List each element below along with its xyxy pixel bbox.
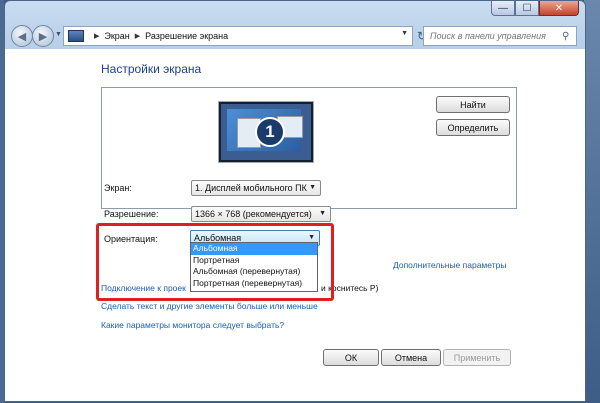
- cancel-button[interactable]: Отмена: [381, 349, 441, 366]
- search-input[interactable]: [428, 30, 560, 42]
- close-button[interactable]: ✕: [539, 1, 579, 16]
- ok-button[interactable]: ОК: [323, 349, 379, 366]
- identify-button[interactable]: Определить: [436, 119, 510, 136]
- breadcrumb-item-screen[interactable]: Экран: [104, 31, 129, 41]
- dropdown-arrow-icon: ▼: [309, 184, 316, 191]
- desktop-right-edge: [584, 0, 600, 403]
- back-button[interactable]: ◀: [11, 25, 33, 47]
- window-controls: — ☐ ✕: [491, 1, 579, 16]
- dropdown-arrow-icon: ▼: [319, 210, 326, 217]
- monitor-icon[interactable]: 1: [219, 102, 313, 162]
- breadcrumb: ▶ Экран ▶ Разрешение экрана: [89, 31, 228, 41]
- monitor-number-badge: 1: [255, 117, 285, 147]
- breadcrumb-separator-icon: ▶: [94, 33, 100, 40]
- find-button[interactable]: Найти: [436, 96, 510, 113]
- screen-select[interactable]: 1. Дисплей мобильного ПК ▼: [191, 180, 321, 196]
- screen-label: Экран:: [104, 183, 132, 193]
- navigation-bar: ◀ ▶ ▼ ▶ Экран ▶ Разрешение экрана ▼ ↻ ⚲: [5, 23, 585, 49]
- monitor-help-link[interactable]: Какие параметры монитора следует выбрать…: [101, 320, 284, 330]
- back-arrow-icon: ◀: [17, 30, 27, 43]
- search-box[interactable]: ⚲: [423, 26, 577, 46]
- maximize-button[interactable]: ☐: [515, 1, 539, 16]
- highlight-annotation-box: [96, 223, 334, 301]
- control-panel-icon: [68, 30, 84, 42]
- monitor-screen: 1: [227, 109, 303, 151]
- text-size-link[interactable]: Сделать текст и другие элементы больше и…: [101, 301, 318, 311]
- advanced-settings-link[interactable]: Дополнительные параметры: [393, 260, 506, 270]
- forward-button[interactable]: ▶: [32, 25, 54, 47]
- forward-arrow-icon: ▶: [38, 30, 48, 43]
- resolution-select[interactable]: 1366 × 768 (рекомендуется) ▼: [191, 206, 331, 222]
- page-title: Настройки экрана: [101, 62, 202, 76]
- search-icon[interactable]: ⚲: [562, 31, 569, 42]
- resolution-select-value: 1366 × 768 (рекомендуется): [195, 209, 312, 219]
- resolution-label: Разрешение:: [104, 209, 159, 219]
- content-area: Настройки экрана 1 Найти Определить Экра…: [5, 49, 585, 401]
- screen-resolution-window: — ☐ ✕ ◀ ▶ ▼ ▶ Экран ▶ Разрешение экрана …: [4, 0, 586, 402]
- history-dropdown-icon[interactable]: ▼: [55, 31, 63, 39]
- address-dropdown-icon[interactable]: ▼: [401, 30, 408, 37]
- breadcrumb-item-resolution[interactable]: Разрешение экрана: [145, 31, 228, 41]
- screen-select-value: 1. Дисплей мобильного ПК: [195, 183, 307, 193]
- breadcrumb-separator-icon: ▶: [134, 33, 141, 40]
- minimize-button[interactable]: —: [491, 1, 515, 16]
- address-bar[interactable]: ▶ Экран ▶ Разрешение экрана ▼: [63, 26, 413, 46]
- title-bar: — ☐ ✕: [5, 1, 585, 19]
- apply-button[interactable]: Применить: [443, 349, 511, 366]
